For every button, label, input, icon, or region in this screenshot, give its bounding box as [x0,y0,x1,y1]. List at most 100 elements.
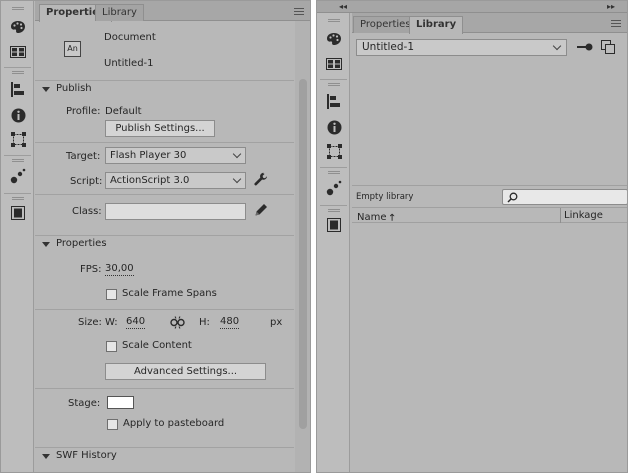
scrollbar[interactable] [295,21,310,472]
animate-document-icon: An [64,41,81,57]
info-icon[interactable] [10,107,26,123]
tool-strip [317,13,350,472]
library-document-dropdown[interactable]: Untitled-1 [356,39,567,56]
height-label: H: [199,317,210,328]
properties-content: An Document Untitled-1 Publish Profile: … [35,22,294,472]
wrench-icon[interactable] [254,172,268,186]
height-value[interactable]: 480 [220,316,240,329]
pin-library-icon[interactable] [577,41,593,53]
publish-section-header[interactable]: Publish [35,80,294,100]
library-panel: ◂◂ ▸▸ Properties Library Untitled-1 Empt… [316,0,628,473]
tab-properties[interactable]: Properties [353,16,418,33]
document-name: Untitled-1 [104,58,154,69]
transform-icon[interactable] [10,131,26,147]
strip-grip[interactable] [12,7,24,10]
search-icon [507,192,518,203]
fps-label: FPS: [80,264,102,275]
align-icon[interactable] [326,93,342,109]
motion-presets-icon[interactable] [326,180,342,196]
divider [35,309,294,310]
swf-history-section-header[interactable]: SWF History [35,447,294,467]
advanced-settings-button[interactable]: Advanced Settings... [105,363,266,380]
library-search-bar: Empty library [352,185,627,207]
fps-value[interactable]: 30,00 [105,263,134,276]
library-search-input[interactable] [502,189,627,205]
strip-grip[interactable] [328,171,340,174]
scrollbar-thumb[interactable] [299,79,307,429]
info-icon[interactable] [326,119,342,135]
library-book-icon[interactable] [10,205,26,221]
strip-grip[interactable] [12,159,24,162]
library-content: Untitled-1 Empty library Name 🡑 Linkage [352,34,627,472]
sort-ascending-icon: 🡑 [389,213,395,223]
strip-grip[interactable] [328,209,340,212]
tool-strip [1,1,34,472]
empty-library-label: Empty library [356,192,414,202]
panel-menu-icon[interactable] [294,8,304,15]
strip-separator [4,193,31,194]
strip-separator [320,167,347,168]
collapse-left-icon[interactable]: ◂◂ [339,1,347,13]
color-palette-icon[interactable] [10,19,26,35]
library-item-list [352,223,627,472]
column-linkage[interactable]: Linkage [564,210,603,221]
swatches-icon[interactable] [10,44,26,60]
target-value: Flash Player 30 [110,150,187,161]
publish-section-title: Publish [56,83,92,94]
panel-menu-icon[interactable] [611,20,621,27]
color-palette-icon[interactable] [326,31,342,47]
tab-bar: Properties Library [35,1,310,22]
pencil-icon[interactable] [254,203,268,217]
script-value: ActionScript 3.0 [110,175,190,186]
apply-to-pasteboard-label: Apply to pasteboard [123,418,225,429]
column-divider[interactable] [560,208,561,223]
tab-library[interactable]: Library [409,16,464,34]
unit-label: px [270,317,283,328]
link-dimensions-icon[interactable] [170,316,185,329]
properties-section-title: Properties [56,238,107,249]
motion-presets-icon[interactable] [10,168,26,184]
divider [35,194,294,195]
strip-grip[interactable] [328,19,340,22]
divider [35,142,294,143]
class-label: Class: [72,206,102,217]
chevron-down-icon [232,174,242,184]
profile-value: Default [105,106,142,117]
class-input[interactable] [105,203,246,220]
strip-grip[interactable] [328,83,340,86]
target-dropdown[interactable]: Flash Player 30 [105,147,246,164]
divider [35,388,294,389]
script-dropdown[interactable]: ActionScript 3.0 [105,172,246,189]
strip-separator [320,205,347,206]
chevron-down-icon [232,149,242,159]
swatches-icon[interactable] [326,56,342,72]
properties-section-header[interactable]: Properties [35,235,294,255]
collapse-right-icon[interactable]: ▸▸ [607,1,615,13]
library-book-icon[interactable] [326,217,342,233]
publish-settings-button[interactable]: Publish Settings... [105,120,215,137]
panel-collapse-bar: ◂◂ ▸▸ [317,1,627,13]
width-value[interactable]: 640 [126,316,146,329]
document-type-label: Document [104,32,156,43]
strip-separator [4,67,31,68]
scale-frame-spans-checkbox[interactable] [106,289,117,300]
target-label: Target: [66,151,101,162]
transform-icon[interactable] [326,143,342,159]
tab-library[interactable]: Library [95,4,144,21]
library-document-value: Untitled-1 [362,41,415,53]
tab-bar: Properties Library [352,13,627,34]
strip-grip[interactable] [12,71,24,74]
stage-color-swatch[interactable] [107,396,134,409]
collapse-triangle-icon [42,242,50,247]
column-name-label: Name [357,212,387,223]
profile-label: Profile: [66,106,101,117]
apply-to-pasteboard-checkbox[interactable] [107,419,118,430]
align-icon[interactable] [10,81,26,97]
size-label: Size: [78,317,102,328]
strip-separator [4,155,31,156]
scale-content-checkbox[interactable] [106,341,117,352]
script-label: Script: [70,176,103,187]
new-library-panel-icon[interactable] [601,40,615,54]
library-column-header: Name 🡑 Linkage [352,207,627,223]
strip-grip[interactable] [12,197,24,200]
